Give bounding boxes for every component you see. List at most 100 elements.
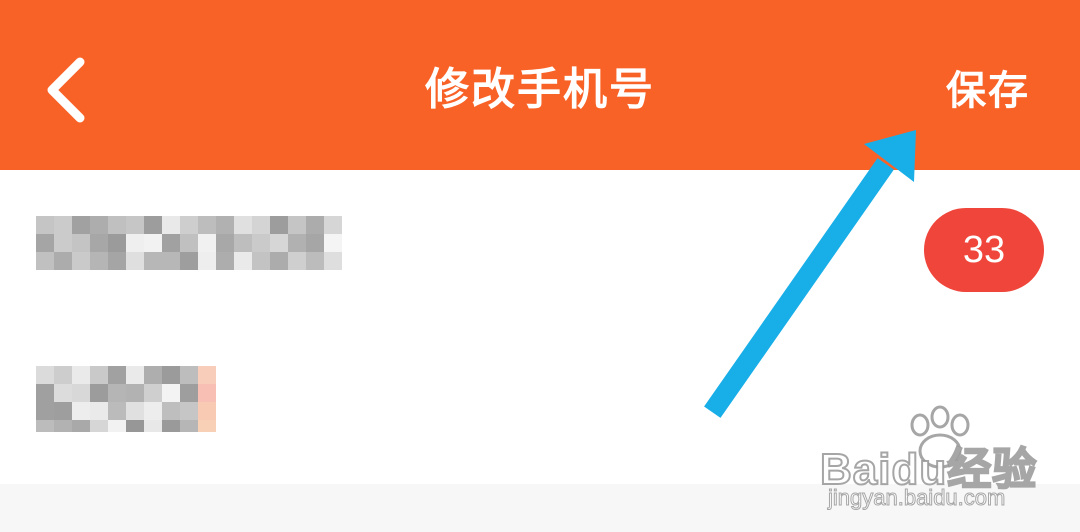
mosaic-block (198, 420, 216, 432)
mosaic-block (108, 402, 126, 420)
mosaic-block (126, 402, 144, 420)
mosaic-block (198, 234, 216, 252)
mosaic-block (54, 384, 72, 402)
mosaic-block (72, 420, 90, 432)
mosaic-block (126, 384, 144, 402)
arrow-up-right-icon (704, 130, 916, 418)
back-button[interactable] (36, 48, 106, 128)
mosaic-block (72, 216, 90, 234)
mosaic-block (216, 252, 234, 270)
mosaic-block (216, 234, 234, 252)
mosaic-block (36, 234, 54, 252)
mosaic-block (90, 384, 108, 402)
mosaic-block (270, 216, 288, 234)
mosaic-block (144, 420, 162, 432)
mosaic-block (306, 216, 324, 234)
mosaic-block (72, 366, 90, 384)
mosaic-block (180, 366, 198, 384)
mosaic-block (90, 366, 108, 384)
phone-input-field[interactable] (36, 216, 344, 272)
mosaic-block (288, 234, 306, 252)
watermark-url: jingyan.baidu.com (827, 485, 1006, 511)
mosaic-block (162, 234, 180, 252)
mosaic-block (162, 384, 180, 402)
mosaic-block (108, 234, 126, 252)
mosaic-block (180, 216, 198, 234)
mosaic-block (54, 234, 72, 252)
mosaic-block (108, 384, 126, 402)
mosaic-block (36, 420, 54, 432)
mosaic-block (126, 366, 144, 384)
mosaic-block (54, 420, 72, 432)
mosaic-block (108, 366, 126, 384)
mosaic-block (126, 252, 144, 270)
verification-input-field[interactable] (36, 366, 226, 432)
mosaic-block (36, 252, 54, 270)
mosaic-block (162, 366, 180, 384)
mosaic-block (144, 216, 162, 234)
mosaic-block (270, 234, 288, 252)
mosaic-block (162, 402, 180, 420)
chevron-left-icon (47, 57, 85, 123)
mosaic-block (126, 420, 144, 432)
mosaic-block (180, 420, 198, 432)
mosaic-block (234, 252, 252, 270)
mosaic-block (180, 384, 198, 402)
mosaic-block (72, 252, 90, 270)
mosaic-block (72, 234, 90, 252)
mosaic-block (108, 252, 126, 270)
mosaic-block (324, 252, 342, 270)
mosaic-block (234, 234, 252, 252)
mosaic-block (180, 234, 198, 252)
mosaic-block (234, 216, 252, 234)
mosaic-block (54, 366, 72, 384)
mosaic-block (90, 402, 108, 420)
mosaic-block (144, 384, 162, 402)
mosaic-block (90, 216, 108, 234)
mosaic-block (72, 402, 90, 420)
mosaic-block (198, 384, 216, 402)
mosaic-block (108, 216, 126, 234)
mosaic-block (306, 252, 324, 270)
mosaic-block (36, 402, 54, 420)
mosaic-block (162, 216, 180, 234)
mosaic-block (90, 420, 108, 432)
mosaic-block (144, 366, 162, 384)
mosaic-block (36, 366, 54, 384)
mosaic-block (216, 216, 234, 234)
mosaic-block (324, 216, 342, 234)
mosaic-block (90, 252, 108, 270)
mosaic-block (252, 252, 270, 270)
mosaic-block (288, 216, 306, 234)
mosaic-block (36, 216, 54, 234)
mosaic-block (126, 234, 144, 252)
mosaic-block (198, 366, 216, 384)
baidu-watermark: Baidu经验 jingyan.baidu.com (819, 405, 1060, 515)
mosaic-block (288, 252, 306, 270)
mosaic-block (54, 402, 72, 420)
mosaic-block (162, 252, 180, 270)
mosaic-block (180, 402, 198, 420)
edit-phone-screen: 修改手机号 保存 33 Baidu经验 jingyan.baidu.com (0, 0, 1080, 532)
mosaic-block (252, 216, 270, 234)
mosaic-block (54, 216, 72, 234)
mosaic-block (144, 252, 162, 270)
mosaic-block (72, 384, 90, 402)
mosaic-block (270, 252, 288, 270)
mosaic-block (90, 234, 108, 252)
mosaic-block (198, 252, 216, 270)
save-button[interactable]: 保存 (946, 64, 1030, 118)
mosaic-block (54, 252, 72, 270)
mosaic-block (144, 234, 162, 252)
mosaic-block (126, 216, 144, 234)
mosaic-block (324, 234, 342, 252)
mosaic-block (108, 420, 126, 432)
mosaic-block (180, 252, 198, 270)
mosaic-block (36, 384, 54, 402)
mosaic-block (162, 420, 180, 432)
mosaic-block (144, 402, 162, 420)
mosaic-block (198, 402, 216, 420)
mosaic-block (198, 216, 216, 234)
mosaic-block (306, 234, 324, 252)
mosaic-block (252, 234, 270, 252)
